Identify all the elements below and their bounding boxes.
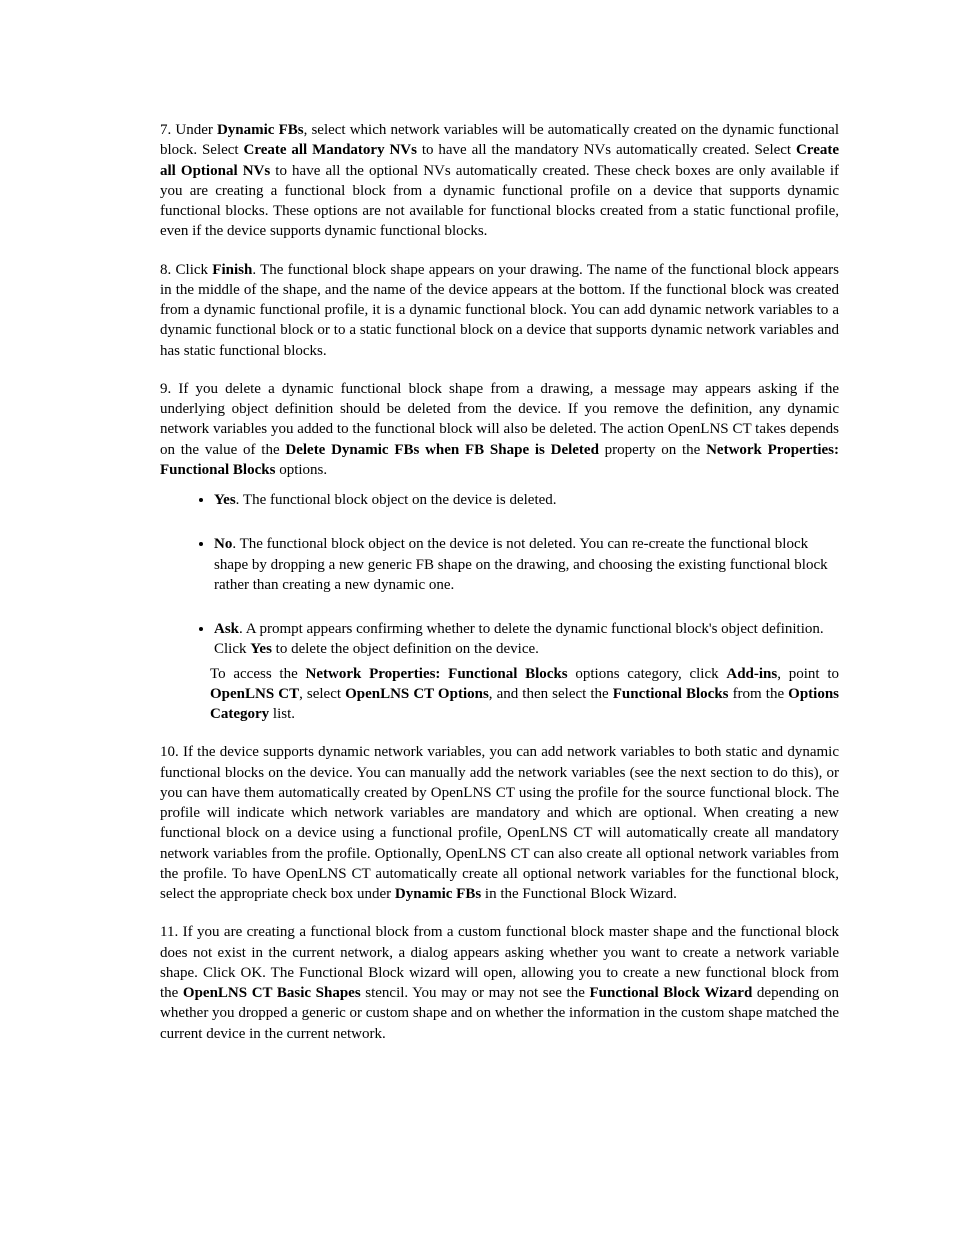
text: 7. Under: [160, 122, 217, 138]
step-8-paragraph: 8. Click Finish. The functional block sh…: [160, 260, 839, 361]
text: To access the: [210, 666, 306, 682]
step-10-paragraph: 10. If the device supports dynamic netwo…: [160, 742, 839, 904]
yes-confirm-label: Yes: [250, 641, 272, 657]
option-ask: Ask. A prompt appears confirming whether…: [214, 619, 839, 660]
text: . The functional block object on the dev…: [214, 536, 828, 593]
step-7-paragraph: 7. Under Dynamic FBs, select which netwo…: [160, 120, 839, 242]
step-11-paragraph: 11. If you are creating a functional blo…: [160, 922, 839, 1044]
text: 8. Click: [160, 262, 212, 278]
text: . The functional block shape appears on …: [160, 262, 839, 359]
text: from the: [729, 686, 789, 702]
finish-label: Finish: [212, 262, 252, 278]
text: options category, click: [568, 666, 727, 682]
option-no: No. The functional block object on the d…: [214, 534, 839, 595]
network-properties-fb-label-2: Network Properties: Functional Blocks: [306, 666, 568, 682]
text: . The functional block object on the dev…: [236, 492, 557, 508]
openlns-ct-label: OpenLNS CT: [210, 686, 299, 702]
text: to delete the object definition on the d…: [272, 641, 539, 657]
text: 10. If the device supports dynamic netwo…: [160, 744, 839, 902]
text: to have all the mandatory NVs automatica…: [417, 142, 796, 158]
text: , and then select the: [489, 686, 613, 702]
step-9-paragraph: 9. If you delete a dynamic functional bl…: [160, 379, 839, 480]
access-options-paragraph: To access the Network Properties: Functi…: [210, 664, 839, 725]
text: , select: [299, 686, 345, 702]
functional-block-wizard-label: Functional Block Wizard: [589, 985, 752, 1001]
add-ins-label: Add-ins: [726, 666, 777, 682]
options-list: Yes. The functional block object on the …: [160, 490, 839, 660]
no-label: No: [214, 536, 232, 552]
text: stencil. You may or may not see the: [361, 985, 590, 1001]
create-mandatory-nvs-label: Create all Mandatory NVs: [243, 142, 416, 158]
text: options.: [275, 462, 327, 478]
text: property on the: [599, 442, 706, 458]
dynamic-fbs-label-2: Dynamic FBs: [395, 886, 481, 902]
openlns-ct-options-label: OpenLNS CT Options: [345, 686, 489, 702]
delete-dynamic-fbs-label: Delete Dynamic FBs when FB Shape is Dele…: [285, 442, 599, 458]
text: , point to: [777, 666, 839, 682]
option-yes: Yes. The functional block object on the …: [214, 490, 839, 510]
yes-label: Yes: [214, 492, 236, 508]
functional-blocks-label: Functional Blocks: [613, 686, 729, 702]
text: list.: [269, 706, 295, 722]
text: in the Functional Block Wizard.: [481, 886, 677, 902]
basic-shapes-label: OpenLNS CT Basic Shapes: [183, 985, 361, 1001]
dynamic-fbs-label: Dynamic FBs: [217, 122, 304, 138]
ask-label: Ask: [214, 621, 239, 637]
